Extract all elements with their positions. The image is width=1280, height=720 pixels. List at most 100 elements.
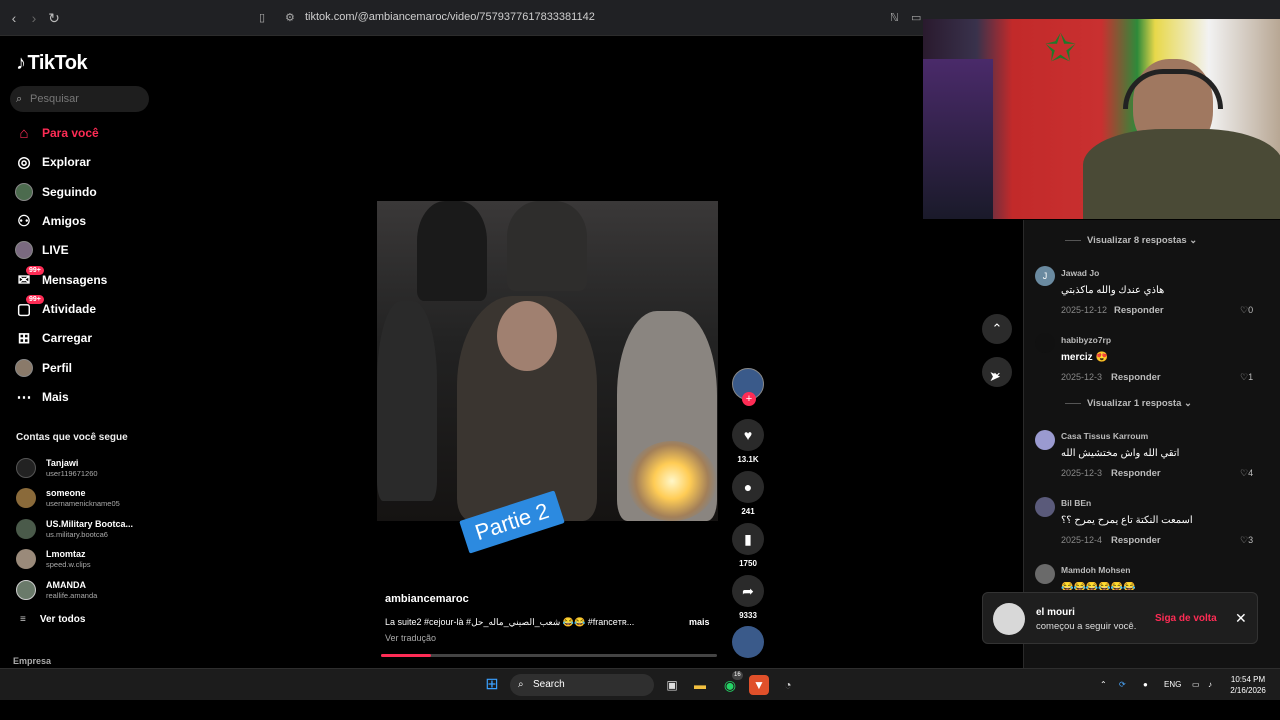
bookmark-icon[interactable]: ▯ — [259, 11, 265, 24]
whatsapp-icon[interactable]: ◉ 16 — [720, 671, 743, 695]
toast-message: começou a seguir você. — [1036, 621, 1137, 632]
task-view-icon[interactable]: ▣ — [662, 675, 682, 695]
comment-date: 2025-12-4 — [1061, 535, 1103, 545]
video-author[interactable]: ambiancemaroc — [385, 593, 469, 605]
taskbar-search[interactable]: ⌕ Search — [510, 674, 654, 696]
video-caption: La suite2 #cejour-là #شعب_الصيني_ماله_حل… — [385, 617, 635, 627]
avatar[interactable] — [993, 603, 1025, 635]
caption-more-button[interactable]: mais — [689, 617, 710, 627]
list-icon: ≡ — [20, 614, 26, 625]
following-account-item[interactable]: someone usernamenickname05 — [16, 483, 120, 513]
search-input[interactable]: ⌕ Pesquisar — [10, 86, 149, 112]
nav-item-upload[interactable]: ⊞ Carregar — [14, 326, 92, 350]
comment-like-button[interactable]: ♡4 — [1240, 468, 1253, 479]
comment-avatar[interactable] — [1035, 430, 1055, 450]
cast-icon[interactable]: ▭ — [911, 11, 921, 24]
nav-item-live[interactable]: LIVE — [14, 238, 69, 262]
share-button[interactable]: ➦ — [732, 575, 764, 607]
comment-avatar[interactable] — [1035, 564, 1055, 584]
reload-icon[interactable]: ↻ — [46, 10, 62, 26]
following-account-item[interactable]: AMANDA reallife.amanda — [16, 575, 97, 605]
nav-item-profile[interactable]: Perfil — [14, 356, 72, 380]
comment-reply-button[interactable]: Responder — [1111, 468, 1161, 479]
comment-avatar[interactable] — [1035, 333, 1055, 353]
screen-bottom-edge — [0, 700, 1280, 720]
toast-username[interactable]: el mouri — [1036, 607, 1075, 618]
view-replies-button[interactable]: Visualizar 1 resposta ⌄ — [1065, 398, 1192, 409]
comment-text: merciz 😍 — [1061, 352, 1108, 363]
comment-username[interactable]: Bil BEn — [1061, 498, 1091, 508]
like-count: 13.1K — [737, 455, 759, 464]
tray-chevron-up-icon[interactable]: ⌃ — [1100, 680, 1107, 689]
follow-back-button[interactable]: Siga de volta — [1155, 613, 1217, 624]
comment-like-button[interactable]: ♡3 — [1240, 535, 1253, 546]
network-icon[interactable]: ▭ — [1192, 680, 1200, 689]
see-all-following[interactable]: ≡ Ver todos — [20, 614, 85, 625]
more-icon: ⋯ — [16, 389, 32, 406]
comment-username[interactable]: Mamdoh Mohsen — [1061, 565, 1130, 575]
following-account-item[interactable]: US.Military Bootca... us.military.bootca6 — [16, 514, 133, 544]
comment-avatar[interactable] — [1035, 497, 1055, 517]
following-account-item[interactable]: Lmomtaz speed.w.clips — [16, 544, 91, 574]
volume-icon[interactable]: ♪ — [1208, 680, 1212, 689]
follow-plus-icon[interactable]: + — [742, 392, 756, 406]
comment-like-button[interactable]: ♡1 — [1240, 372, 1253, 383]
windows-start-icon[interactable]: ⊞ — [482, 675, 502, 695]
address-bar[interactable]: tiktok.com/@ambiancemaroc/video/75793776… — [305, 11, 595, 23]
obs-icon[interactable]: ◔ — [778, 675, 798, 695]
video-person — [417, 201, 487, 301]
comment-reply-button[interactable]: Responder — [1111, 372, 1161, 383]
brave-browser-icon[interactable]: ▼ — [749, 675, 769, 695]
nav-item-friends[interactable]: ⚇ Amigos — [14, 209, 86, 233]
nav-item-activity[interactable]: ▢ 99+ Atividade — [14, 295, 96, 321]
video-fire — [627, 441, 717, 521]
see-translation-link[interactable]: Ver tradução — [385, 633, 436, 643]
video-progress-bar[interactable] — [381, 654, 717, 657]
live-icon — [14, 240, 34, 260]
video-progress-fill — [381, 654, 432, 657]
close-icon[interactable]: ✕ — [1235, 610, 1247, 627]
home-icon: ⌂ — [19, 124, 29, 142]
comment-username[interactable]: Casa Tissus Karroum — [1061, 431, 1148, 441]
tiktok-logo[interactable]: ♪ TikTok — [16, 52, 88, 75]
avatar — [16, 488, 36, 508]
following-account-item[interactable]: Tanjawi user119671260 — [16, 453, 98, 483]
comment-reply-button[interactable]: Responder — [1114, 305, 1164, 316]
comment-date: 2025-12-12 — [1061, 305, 1108, 315]
nav-item-more[interactable]: ⋯ Mais — [14, 385, 69, 409]
tray-app-icon[interactable]: ⟳ — [1119, 680, 1126, 689]
like-button[interactable]: ♥ — [732, 419, 764, 451]
chevron-down-icon: ⌄ — [1189, 235, 1198, 246]
nav-item-messages[interactable]: ✉ 99+ Mensagens — [14, 266, 107, 292]
chevron-up-icon: ⌃ — [991, 321, 1003, 336]
site-info-icon[interactable]: ⚙ — [285, 11, 295, 24]
nav-item-following[interactable]: Seguindo — [14, 180, 97, 204]
file-explorer-icon[interactable]: ▬ — [690, 675, 710, 695]
comment-avatar[interactable]: J — [1035, 266, 1055, 286]
microphone-icon[interactable]: ● — [1143, 680, 1148, 689]
language-indicator[interactable]: ENG — [1164, 680, 1181, 689]
video-player[interactable] — [377, 201, 718, 521]
forward-icon[interactable]: › — [26, 10, 42, 26]
footer-company-link[interactable]: Empresa — [13, 656, 51, 666]
comment-button[interactable]: ● — [732, 471, 764, 503]
comment-username[interactable]: habibyzo7rp — [1061, 335, 1111, 345]
comment-reply-button[interactable]: Responder — [1111, 535, 1161, 546]
comment-like-button[interactable]: ♡0 — [1240, 305, 1253, 316]
reader-mode-icon[interactable]: ℕ — [890, 11, 899, 24]
messages-icon: ✉ 99+ — [14, 266, 44, 290]
nav-item-explore[interactable]: ◎ Explorar — [14, 150, 90, 174]
save-button[interactable]: ▮ — [732, 523, 764, 555]
comment-count: 241 — [741, 507, 755, 516]
search-icon: ⌕ — [16, 93, 23, 105]
back-icon[interactable]: ‹ — [6, 10, 22, 26]
heart-icon: ♥ — [743, 427, 753, 443]
view-replies-button[interactable]: Visualizar 8 respostas ⌄ — [1065, 235, 1197, 246]
compass-icon: ◎ — [17, 154, 31, 171]
video-person — [377, 301, 437, 501]
nav-item-for-you[interactable]: ⌂ Para você — [14, 121, 98, 145]
taskbar-clock[interactable]: 10:54 PM 2/16/2026 — [1222, 674, 1274, 696]
previous-video-button[interactable]: ⌃ — [982, 314, 1012, 344]
music-disc-icon[interactable] — [732, 626, 764, 658]
comment-username[interactable]: Jawad Jo — [1061, 268, 1099, 278]
